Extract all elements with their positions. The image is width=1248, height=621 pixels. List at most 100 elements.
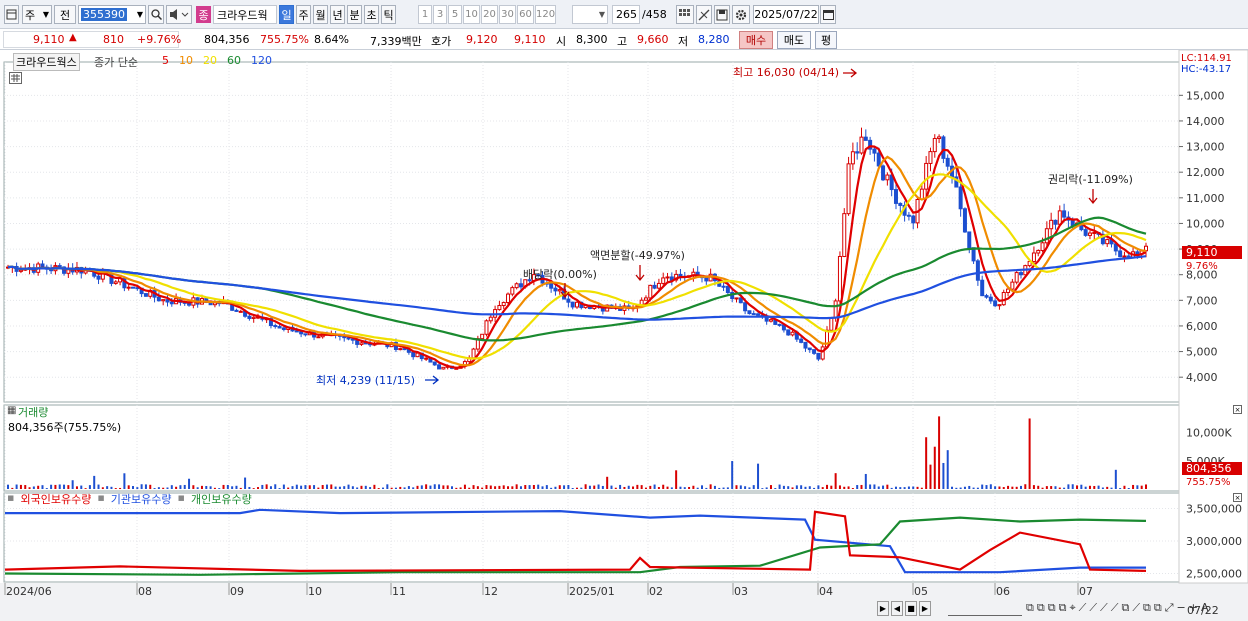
period-tab[interactable]: 주 <box>296 5 311 24</box>
grid-icon[interactable] <box>676 5 694 24</box>
crosshair-icon[interactable]: ⌖ <box>1069 601 1075 615</box>
volume-bar <box>1063 487 1066 489</box>
draw-line-icon[interactable]: ⟋ <box>1089 601 1097 615</box>
candle-body <box>734 297 739 300</box>
x-tick-label: 06 <box>996 585 1010 598</box>
scroll-left-icon[interactable]: ◀ <box>891 601 903 616</box>
code-input[interactable]: 355390 ▼ <box>78 5 146 24</box>
interval-button[interactable]: 3 <box>433 5 447 24</box>
period-tab[interactable]: 월 <box>313 5 328 24</box>
layout-icon[interactable]: ⧉ <box>1121 601 1129 615</box>
volume-bar <box>1110 487 1113 489</box>
volume-bar <box>1015 486 1018 489</box>
volume-bar <box>239 487 242 489</box>
layout-icon[interactable]: ⧉ <box>1154 601 1162 615</box>
volume-bar <box>524 485 527 489</box>
volume-bar <box>175 486 178 489</box>
candle-body <box>359 342 364 345</box>
candle-body <box>238 310 243 313</box>
save-icon[interactable] <box>714 5 730 24</box>
table-icon[interactable] <box>9 72 22 84</box>
volume-bar <box>765 487 768 489</box>
y-tick-label: 6,000 <box>1186 320 1218 333</box>
zoom-fit-icon[interactable]: ⤢ <box>1165 601 1174 615</box>
volume-bar <box>7 484 9 489</box>
calendar-icon[interactable] <box>820 5 836 24</box>
interval-button[interactable]: 10 <box>463 5 480 24</box>
chart-toolbar: 주 ▼ 전 355390 ▼ 종 크라우드웍 일주월년분초틱 1 3 5 10 20 30 6… <box>0 0 1248 29</box>
period-tab[interactable]: 초 <box>364 5 379 24</box>
draw-line-icon[interactable]: ⟋ <box>1132 601 1140 615</box>
interval-button[interactable]: 30 <box>499 5 516 24</box>
interval-button[interactable]: 5 <box>448 5 462 24</box>
candle-body <box>876 152 881 167</box>
volume-bar <box>735 485 738 489</box>
layout-icon[interactable]: ⧉ <box>1026 601 1034 615</box>
interval-button[interactable]: 120 <box>535 5 557 24</box>
buy-button[interactable]: 매수 <box>739 31 773 49</box>
volume-bar <box>1011 486 1014 489</box>
ma-period-60: 60 <box>227 54 241 67</box>
draw-line-icon[interactable]: ⟋ <box>1100 601 1108 615</box>
stop-icon[interactable]: ■ <box>905 601 917 616</box>
candle-body <box>980 279 985 297</box>
scroll-right-icon[interactable]: ▶ <box>877 601 889 616</box>
period-tab[interactable]: 년 <box>330 5 345 24</box>
bid-label: 호가 <box>431 35 452 48</box>
layout-icon[interactable]: ⧉ <box>1037 601 1045 615</box>
volume-bar <box>257 487 260 489</box>
period-tab[interactable]: 일 <box>279 5 294 24</box>
count-input[interactable]: 265 <box>612 5 640 24</box>
play-icon[interactable]: ▶ <box>919 601 931 616</box>
volume-y-label: 10,000K <box>1186 427 1232 440</box>
volume-bar <box>50 484 53 489</box>
layout-icon[interactable]: ⧉ <box>1143 601 1151 615</box>
volume-bar <box>132 486 135 489</box>
draw-line-icon[interactable]: ⟋ <box>1079 601 1087 615</box>
volume-bar <box>774 488 777 489</box>
layout-icon[interactable]: ⧉ <box>1059 601 1067 615</box>
volume-bar <box>485 485 488 489</box>
volume-bar <box>606 476 609 489</box>
market-select[interactable]: 주 ▼ <box>22 5 52 24</box>
code-value: 355390 <box>81 8 127 21</box>
zoom-slider[interactable] <box>948 604 1022 616</box>
draw-tool-icon[interactable] <box>696 5 712 24</box>
gear-icon[interactable] <box>732 5 750 24</box>
candle-body <box>506 293 511 303</box>
sell-button[interactable]: 매도 <box>777 31 811 49</box>
volume-bar <box>726 487 729 489</box>
close-icon[interactable]: × <box>1233 493 1242 502</box>
layout-icon[interactable]: ⧉ <box>1048 601 1056 615</box>
draw-line-icon[interactable]: ⟋ <box>1111 601 1119 615</box>
speaker-icon[interactable] <box>166 5 192 24</box>
candle-body <box>299 331 304 335</box>
candle-body <box>786 329 791 336</box>
chart-type-icon[interactable] <box>4 5 19 24</box>
interval-input[interactable]: ▼ <box>572 5 608 24</box>
volume-bar <box>179 485 182 489</box>
interval-button[interactable]: 1 <box>418 5 432 24</box>
interval-button[interactable]: 60 <box>517 5 534 24</box>
prev-button[interactable]: 전 <box>54 5 76 24</box>
period-tab[interactable]: 분 <box>347 5 362 24</box>
volume-bar <box>830 485 833 489</box>
candle-body <box>557 289 562 292</box>
avg-button[interactable]: 평 <box>815 31 837 49</box>
volume-bar <box>920 487 923 489</box>
ma-label: 종가 단순 <box>94 56 138 69</box>
volume-bar <box>140 484 143 489</box>
close-icon[interactable]: × <box>1233 405 1242 414</box>
volume-bar <box>149 484 152 489</box>
period-tab[interactable]: 틱 <box>381 5 396 24</box>
search-icon[interactable] <box>148 5 164 24</box>
interval-button[interactable]: 20 <box>481 5 498 24</box>
low-price: 8,280 <box>698 33 730 46</box>
volume-bar <box>1041 487 1044 489</box>
date-input[interactable]: 2025/07/22 <box>753 5 819 24</box>
volume-bar <box>800 485 803 489</box>
volume-bar <box>394 487 397 489</box>
stock-name: 크라우드웍 <box>213 5 277 24</box>
zoom-out-icon[interactable]: − <box>1177 601 1186 615</box>
volume-bar <box>748 487 751 489</box>
